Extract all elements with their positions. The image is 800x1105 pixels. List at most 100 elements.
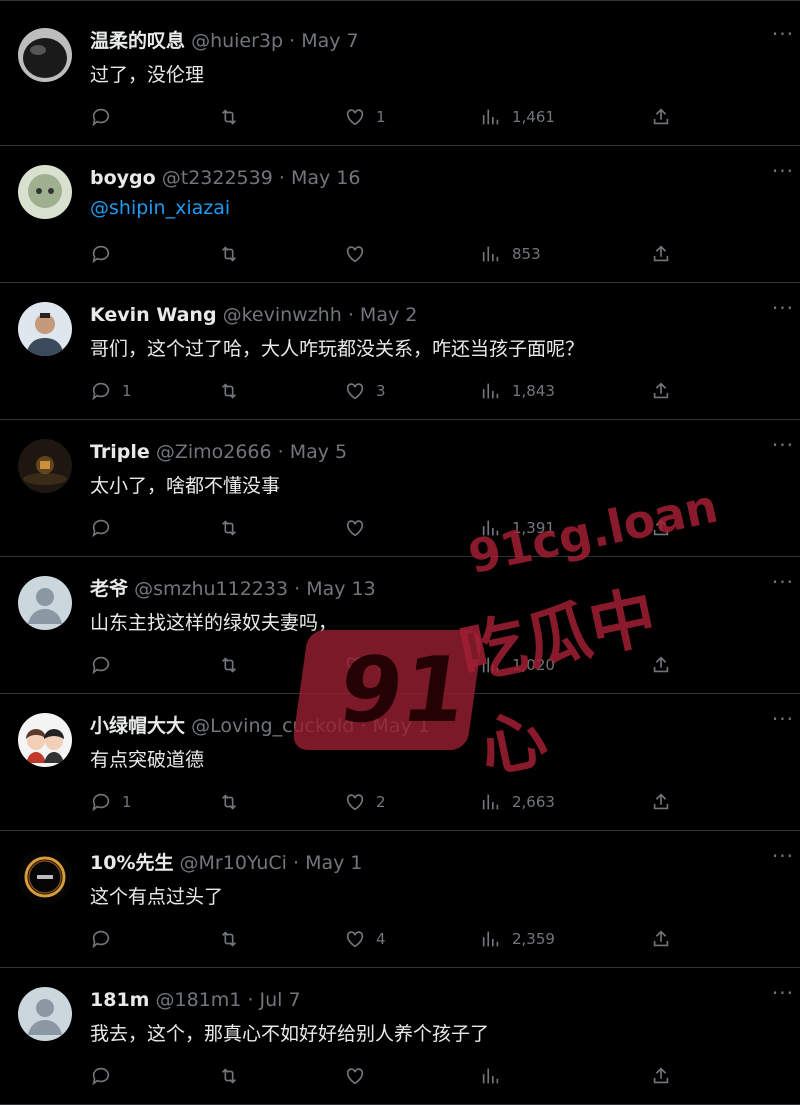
tweet[interactable]: 温柔的叹息 @huier3p · May 7 ··· 过了，没伦理 1 1,46… xyxy=(0,0,800,146)
author-name[interactable]: Triple xyxy=(90,441,150,463)
retweet-button[interactable] xyxy=(218,787,250,817)
tweet[interactable]: 181m @181m1 · Jul 7 ··· 我去，这个，那真心不如好好给别人… xyxy=(0,968,800,1105)
more-options-icon[interactable]: ··· xyxy=(772,707,794,731)
retweet-button[interactable] xyxy=(218,239,250,269)
author-name[interactable]: Kevin Wang xyxy=(90,304,217,326)
like-button[interactable]: 3 xyxy=(344,376,386,406)
author-name[interactable]: 10%先生 xyxy=(90,852,173,874)
mention-link[interactable]: @shipin_xiazai xyxy=(90,197,230,219)
heart-icon xyxy=(346,1068,364,1085)
author-handle[interactable]: @t2322539 xyxy=(162,167,273,189)
tweet[interactable]: Kevin Wang @kevinwzhh · May 2 ··· 哥们，这个过… xyxy=(0,283,800,420)
tweet[interactable]: 10%先生 @Mr10YuCi · May 1 ··· 这个有点过头了 4 2,… xyxy=(0,831,800,968)
heart-icon xyxy=(346,520,364,537)
reply-button[interactable] xyxy=(90,924,122,954)
tweet-date[interactable]: May 5 xyxy=(290,441,347,463)
tweet-date[interactable]: May 1 xyxy=(372,715,429,737)
more-options-icon[interactable]: ··· xyxy=(772,433,794,457)
separator-dot: · xyxy=(278,167,285,189)
tweet-date[interactable]: Jul 7 xyxy=(260,989,301,1011)
heart-icon xyxy=(346,383,364,400)
avatar[interactable] xyxy=(18,850,72,904)
view-count: 853 xyxy=(512,245,541,263)
more-options-icon[interactable]: ··· xyxy=(772,296,794,320)
share-button[interactable] xyxy=(650,513,672,543)
more-options-icon[interactable]: ··· xyxy=(772,981,794,1005)
separator-dot: · xyxy=(294,578,301,600)
retweet-button[interactable] xyxy=(218,650,250,680)
author-handle[interactable]: @Loving_cuckold xyxy=(191,715,354,737)
retweet-button[interactable] xyxy=(218,376,250,406)
like-button[interactable]: 1 xyxy=(344,102,386,132)
avatar[interactable] xyxy=(18,28,72,82)
reply-button[interactable]: 1 xyxy=(90,376,132,406)
tweet-text: 太小了，啥都不懂没事 xyxy=(90,475,281,497)
like-button[interactable] xyxy=(344,1061,376,1091)
retweet-button[interactable] xyxy=(218,924,250,954)
avatar[interactable] xyxy=(18,713,72,767)
reply-button[interactable] xyxy=(90,1061,122,1091)
author-handle[interactable]: @181m1 xyxy=(156,989,242,1011)
reply-button[interactable] xyxy=(90,102,122,132)
views-button[interactable]: 2,359 xyxy=(480,924,555,954)
views-button[interactable]: 1,020 xyxy=(480,650,555,680)
avatar[interactable] xyxy=(18,576,72,630)
tweet-actions xyxy=(90,1061,690,1091)
like-button[interactable] xyxy=(344,513,376,543)
retweet-button[interactable] xyxy=(218,102,250,132)
share-button[interactable] xyxy=(650,924,672,954)
author-handle[interactable]: @smzhu112233 xyxy=(134,578,288,600)
more-options-icon[interactable]: ··· xyxy=(772,22,794,46)
views-button[interactable]: 853 xyxy=(480,239,541,269)
author-handle[interactable]: @Zimo2666 xyxy=(156,441,272,463)
tweet-date[interactable]: May 7 xyxy=(301,30,358,52)
tweet-date[interactable]: May 13 xyxy=(306,578,376,600)
share-button[interactable] xyxy=(650,650,672,680)
author-name[interactable]: 温柔的叹息 xyxy=(90,30,185,52)
like-button[interactable]: 2 xyxy=(344,787,386,817)
reply-button[interactable]: 1 xyxy=(90,787,132,817)
share-button[interactable] xyxy=(650,1061,672,1091)
retweet-button[interactable] xyxy=(218,1061,250,1091)
tweet[interactable]: 小绿帽大大 @Loving_cuckold · May 1 ··· 有点突破道德… xyxy=(0,694,800,831)
author-name[interactable]: 小绿帽大大 xyxy=(90,715,185,737)
author-handle[interactable]: @huier3p xyxy=(191,30,283,52)
share-button[interactable] xyxy=(650,376,672,406)
like-count: 1 xyxy=(376,656,386,674)
tweet[interactable]: Triple @Zimo2666 · May 5 ··· 太小了，啥都不懂没事 … xyxy=(0,420,800,557)
share-button[interactable] xyxy=(650,239,672,269)
avatar[interactable] xyxy=(18,165,72,219)
like-button[interactable]: 1 xyxy=(344,650,386,680)
avatar[interactable] xyxy=(18,987,72,1041)
views-button[interactable]: 1,391 xyxy=(480,513,555,543)
more-options-icon[interactable]: ··· xyxy=(772,570,794,594)
reply-button[interactable] xyxy=(90,513,122,543)
author-name[interactable]: boygo xyxy=(90,167,156,189)
share-button[interactable] xyxy=(650,102,672,132)
more-options-icon[interactable]: ··· xyxy=(772,159,794,183)
avatar[interactable] xyxy=(18,439,72,493)
tweet-date[interactable]: May 1 xyxy=(305,852,362,874)
retweet-button[interactable] xyxy=(218,513,250,543)
tweet[interactable]: boygo @t2322539 · May 16 ··· @shipin_xia… xyxy=(0,146,800,283)
share-button[interactable] xyxy=(650,787,672,817)
like-button[interactable] xyxy=(344,239,376,269)
tweet-date[interactable]: May 2 xyxy=(360,304,417,326)
avatar[interactable] xyxy=(18,302,72,356)
tweet-date[interactable]: May 16 xyxy=(291,167,361,189)
views-button[interactable]: 1,461 xyxy=(480,102,555,132)
author-handle[interactable]: @Mr10YuCi xyxy=(180,852,287,874)
reply-button[interactable] xyxy=(90,239,122,269)
author-name[interactable]: 老爷 xyxy=(90,578,128,600)
separator-dot: · xyxy=(292,852,300,874)
views-button[interactable]: 2,663 xyxy=(480,787,555,817)
views-button[interactable] xyxy=(480,1061,512,1091)
tweet-header: Triple @Zimo2666 · May 5 xyxy=(90,439,347,465)
reply-button[interactable] xyxy=(90,650,122,680)
author-name[interactable]: 181m xyxy=(90,989,149,1011)
views-button[interactable]: 1,843 xyxy=(480,376,555,406)
tweet[interactable]: 老爷 @smzhu112233 · May 13 ··· 山东主找这样的绿奴夫妻… xyxy=(0,557,800,694)
like-button[interactable]: 4 xyxy=(344,924,386,954)
more-options-icon[interactable]: ··· xyxy=(772,844,794,868)
author-handle[interactable]: @kevinwzhh xyxy=(223,304,342,326)
